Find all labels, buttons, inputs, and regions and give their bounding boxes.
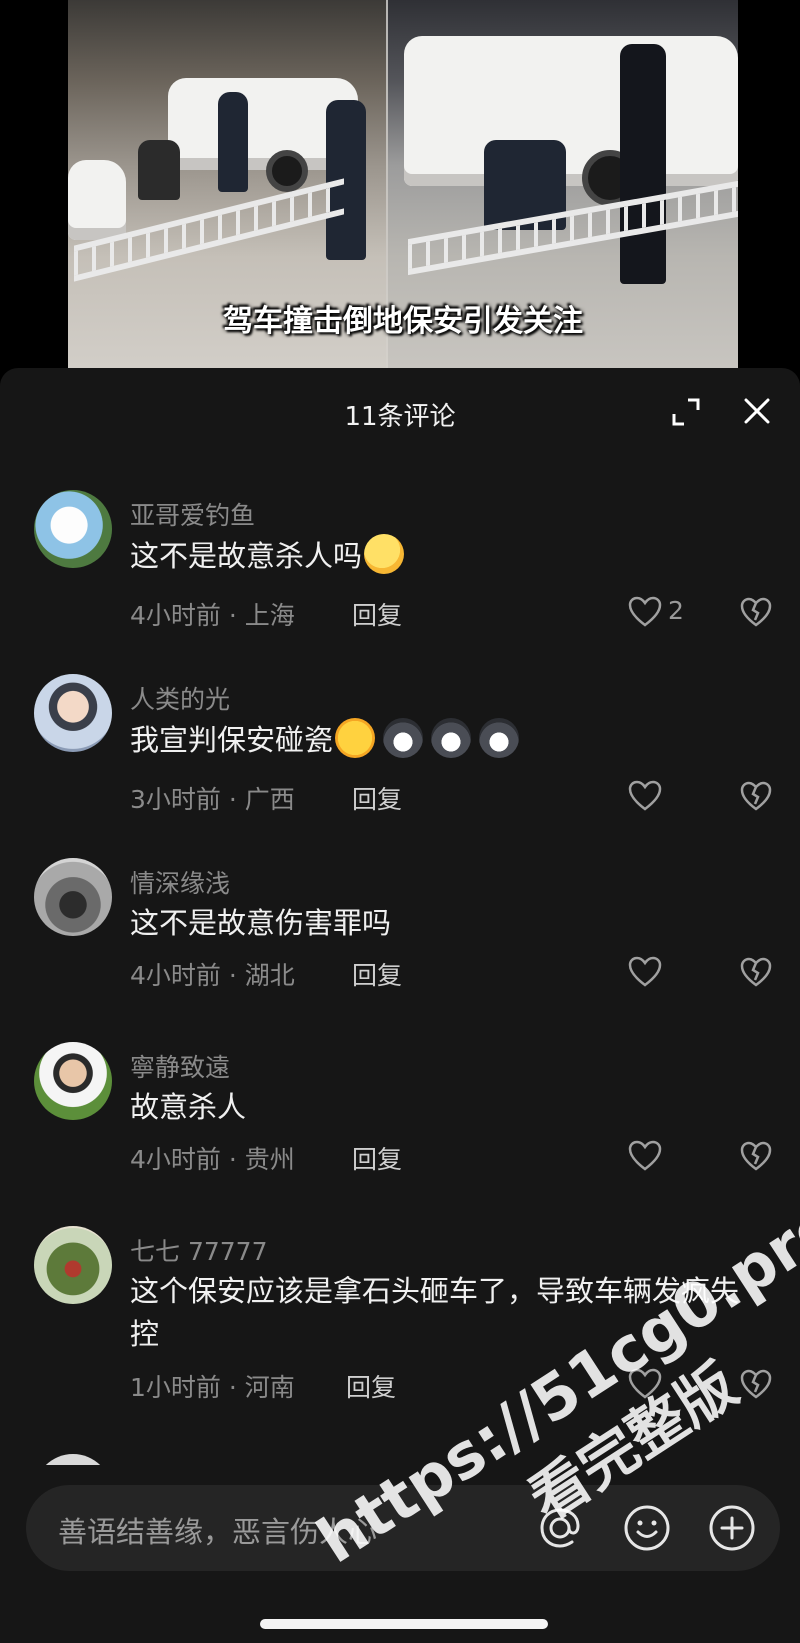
comment-item: 七七 77777 这个保安应该是拿石头砸车了，导致车辆发疯失控 1小时前 · 河… — [0, 1226, 800, 1426]
comment-location: 贵州 — [244, 1145, 295, 1174]
comment-location: 广西 — [244, 785, 295, 814]
avatar[interactable] — [34, 1226, 112, 1304]
comment-text: 这不是故意伤害罪吗 — [130, 906, 392, 940]
dislike-broken-heart-icon[interactable] — [740, 1368, 772, 1400]
comment-text: 这不是故意杀人吗 — [130, 534, 760, 578]
comment-text: 我宣判保安碰瓷 — [130, 718, 760, 762]
comment-username[interactable]: 情深缘浅 — [130, 864, 230, 900]
comment-time: 1小时前 — [130, 1373, 221, 1402]
like-heart-icon[interactable] — [628, 956, 662, 988]
comment-location: 上海 — [244, 601, 295, 630]
comment-item: 人类的光 我宣判保安碰瓷 3小时前 · 广西 回复 — [0, 674, 800, 834]
rolling-laughing-emoji — [364, 534, 405, 574]
car-image — [404, 36, 738, 186]
wolf-emoji — [383, 718, 424, 758]
like-heart-icon[interactable] — [628, 1140, 662, 1172]
avatar[interactable] — [34, 858, 112, 936]
comment-item: 寧静致遠 故意杀人 4小时前 · 贵州 回复 — [0, 1042, 800, 1202]
reply-button[interactable]: 回复 — [352, 596, 402, 632]
video-player[interactable]: 驾车撞击倒地保安引发关注 — [68, 0, 738, 368]
comment-item: 情深缘浅 这不是故意伤害罪吗 4小时前 · 湖北 回复 — [0, 858, 800, 1018]
comment-time: 3小时前 — [130, 785, 221, 814]
comment-username[interactable]: 寧静致遠 — [130, 1048, 230, 1084]
reply-button[interactable]: 回复 — [346, 1368, 396, 1404]
wolf-emoji — [479, 718, 520, 758]
comment-text-content: 这不是故意杀人吗 — [130, 539, 363, 573]
reply-button[interactable]: 回复 — [352, 956, 402, 992]
comment-meta: 4小时前 · 贵州 — [130, 1145, 295, 1174]
reply-button[interactable]: 回复 — [352, 780, 402, 816]
dislike-broken-heart-icon[interactable] — [740, 956, 772, 988]
car-wheel — [266, 150, 308, 192]
add-plus-icon[interactable] — [706, 1502, 758, 1554]
comment-meta: 3小时前 · 广西 — [130, 785, 295, 814]
close-icon[interactable] — [740, 394, 774, 428]
comment-item: 亚哥爱钓鱼 这不是故意杀人吗 4小时前 · 上海 回复 2 — [0, 490, 800, 650]
comment-meta: 1小时前 · 河南 — [130, 1373, 295, 1402]
person-figure — [326, 100, 366, 260]
avatar[interactable] — [34, 1042, 112, 1120]
mention-at-icon[interactable] — [534, 1502, 586, 1554]
avatar[interactable] — [34, 490, 112, 568]
comment-username[interactable]: 亚哥爱钓鱼 — [130, 496, 255, 532]
person-figure — [218, 92, 248, 192]
comment-username[interactable]: 人类的光 — [130, 680, 230, 716]
car-image — [68, 160, 126, 240]
comment-meta: 4小时前 · 上海 — [130, 601, 295, 630]
comment-text-content: 我宣判保安碰瓷 — [130, 723, 334, 757]
comment-location: 湖北 — [244, 961, 295, 990]
person-figure — [138, 140, 180, 200]
heart-eyes-emoji — [335, 718, 376, 758]
comment-time: 4小时前 — [130, 601, 221, 630]
dislike-broken-heart-icon[interactable] — [740, 1140, 772, 1172]
comment-text: 故意杀人 — [130, 1090, 247, 1124]
comment-input-bar: 善语结善缘，恶言伤人心 — [0, 1465, 800, 1643]
emoji-icon[interactable] — [621, 1502, 673, 1554]
avatar[interactable] — [34, 674, 112, 752]
comment-text: 这个保安应该是拿石头砸车了，导致车辆发疯失控 — [130, 1274, 740, 1351]
comment-location: 河南 — [244, 1373, 295, 1402]
person-figure — [620, 44, 666, 284]
home-indicator[interactable] — [260, 1619, 548, 1629]
dislike-broken-heart-icon[interactable] — [740, 596, 772, 628]
reply-button[interactable]: 回复 — [352, 1140, 402, 1176]
comment-time: 4小时前 — [130, 961, 221, 990]
video-caption: 驾车撞击倒地保安引发关注 — [223, 304, 583, 339]
comment-meta: 4小时前 · 湖北 — [130, 961, 295, 990]
comment-input[interactable]: 善语结善缘，恶言伤人心 — [26, 1485, 780, 1571]
comment-input-placeholder: 善语结善缘，恶言伤人心 — [58, 1515, 378, 1549]
comments-header: 11条评论 — [0, 368, 800, 458]
like-count: 2 — [668, 596, 684, 625]
comments-panel: 11条评论 亚哥爱钓鱼 这不是故意杀人吗 4小时前 · 上海 回复 2 人类的光… — [0, 368, 800, 1643]
like-heart-icon[interactable] — [628, 1368, 662, 1400]
comment-time: 4小时前 — [130, 1145, 221, 1174]
comment-username[interactable]: 七七 77777 — [130, 1232, 267, 1268]
railing — [408, 180, 738, 276]
like-heart-icon[interactable] — [628, 596, 662, 628]
wolf-emoji — [431, 718, 472, 758]
like-heart-icon[interactable] — [628, 780, 662, 812]
dislike-broken-heart-icon[interactable] — [740, 780, 772, 812]
expand-icon[interactable] — [670, 396, 702, 428]
